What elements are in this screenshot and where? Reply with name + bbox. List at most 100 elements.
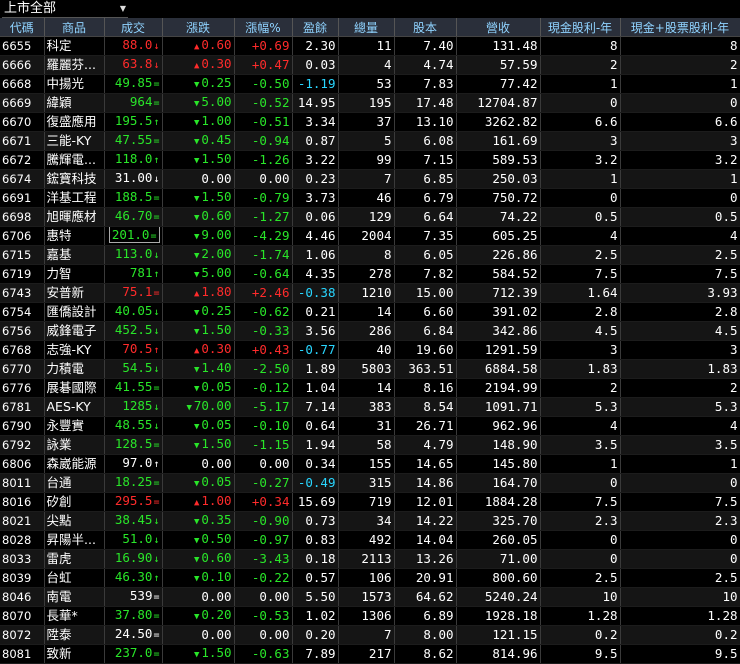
- stock-name-cell[interactable]: 森崴能源: [44, 454, 105, 474]
- table-row[interactable]: 6754 匯僑設計 40.05↓ ▼ 0.25 -0.62 0.21 14 6.60 391.02…: [0, 302, 740, 322]
- stock-name-cell[interactable]: 威鋒電子: [44, 321, 105, 341]
- column-header-change-pct[interactable]: 漲幅%: [234, 18, 293, 37]
- table-row[interactable]: 6781 AES-KY 1285↓ ▼ 70.00 -5.17 7.14 383 8.54 109…: [0, 397, 740, 417]
- table-row[interactable]: 6670 復盛應用 195.5↑ ▼ 1.00 -0.51 3.34 37 13.10 3262.…: [0, 112, 740, 132]
- volume-cell: 53: [338, 74, 395, 94]
- stock-name-cell[interactable]: 昇陽半...: [44, 530, 105, 550]
- eps-value: -0.38: [297, 285, 336, 300]
- table-row[interactable]: 6776 展碁國際 41.55= ▼ 0.05 -0.12 1.04 14 8.16 2194.9…: [0, 378, 740, 398]
- table-row[interactable]: 6668 中揚光 49.85= ▼ 0.25 -0.50 -1.19 53 7.83 77.42 1…: [0, 74, 740, 94]
- column-header-price[interactable]: 成交: [104, 18, 163, 37]
- last-price-cell: 70.5↑: [104, 340, 163, 360]
- stock-name-cell[interactable]: 緯穎: [44, 93, 105, 113]
- column-header-total-dividend[interactable]: 現金+股票股利-年: [620, 18, 740, 37]
- table-row[interactable]: 8028 昇陽半... 51.0↓ ▼ 0.50 -0.97 0.83 492 14.04 260…: [0, 530, 740, 550]
- stock-name-cell[interactable]: 雷虎: [44, 549, 105, 569]
- stock-name-cell[interactable]: 力智: [44, 264, 105, 284]
- column-header-capital[interactable]: 股本: [394, 18, 457, 37]
- table-row[interactable]: 6719 力智 781↑ ▼ 5.00 -0.64 4.35 278 7.82 584.52 7.5…: [0, 264, 740, 284]
- price-change-cell: ▲ 1.00: [162, 492, 235, 512]
- table-row[interactable]: 8016 矽創 295.5= ▲ 1.00 +0.34 15.69 719 12.01 1884.…: [0, 492, 740, 512]
- stock-name-cell[interactable]: 台虹: [44, 568, 105, 588]
- table-row[interactable]: 6806 森崴能源 97.0↑ 0.00 0.00 0.34 155 14.65 145.80 1…: [0, 454, 740, 474]
- column-header-cash-dividend[interactable]: 現金股利-年: [540, 18, 621, 37]
- table-row[interactable]: 8046 南電 539= 0.00 0.00 5.50 1573 64.62 5240.24 10…: [0, 587, 740, 607]
- triangle-down-icon: ▼: [193, 308, 200, 318]
- column-header-code[interactable]: 代碼: [0, 18, 45, 37]
- stock-name-cell[interactable]: 惠特: [44, 226, 105, 246]
- tick-direction-icon: =: [150, 231, 157, 242]
- last-price-cell: 49.85=: [104, 74, 163, 94]
- stock-name-cell[interactable]: 展碁國際: [44, 378, 105, 398]
- stock-name-cell[interactable]: 三能-KY: [44, 131, 105, 151]
- table-row[interactable]: 6792 詠業 128.5= ▼ 1.50 -1.15 1.94 58 4.79 148.90 3.…: [0, 435, 740, 455]
- stock-name-cell[interactable]: 科定: [44, 36, 105, 56]
- table-row[interactable]: 6655 科定 88.0↓ ▲ 0.60 +0.69 2.30 11 7.40 131.48 8 8: [0, 36, 740, 56]
- cash-dividend-value: 1.83: [587, 361, 618, 376]
- table-row[interactable]: 8039 台虹 46.30↑ ▼ 0.10 -0.22 0.57 106 20.91 800.60…: [0, 568, 740, 588]
- table-row[interactable]: 6770 力積電 54.5↓ ▼ 1.40 -2.50 1.89 5803 363.51 6884…: [0, 359, 740, 379]
- cash-dividend-cell: 2: [540, 55, 621, 75]
- tick-direction-icon: ↓: [153, 364, 160, 375]
- stock-name: 尖點: [46, 513, 72, 528]
- stock-name-cell[interactable]: 匯僑設計: [44, 302, 105, 322]
- stock-name-cell[interactable]: 羅麗芬...: [44, 55, 105, 75]
- table-row[interactable]: 8033 雷虎 16.90↓ ▼ 0.60 -3.43 0.18 2113 13.26 71.00…: [0, 549, 740, 569]
- table-row[interactable]: 6671 三能-KY 47.55= ▼ 0.45 -0.94 0.87 5 6.08 161.69…: [0, 131, 740, 151]
- table-row[interactable]: 6756 威鋒電子 452.5↓ ▼ 1.50 -0.33 3.56 286 6.84 342.8…: [0, 321, 740, 341]
- stock-code-cell: 6672: [0, 150, 45, 170]
- stock-name-cell[interactable]: 嘉基: [44, 245, 105, 265]
- stock-name-cell[interactable]: 安普新: [44, 283, 105, 303]
- stock-name-cell[interactable]: 詠業: [44, 435, 105, 455]
- table-row[interactable]: 8072 陞泰 24.50= 0.00 0.00 0.20 7 8.00 121.15 0.2 0.…: [0, 625, 740, 645]
- stock-name-cell[interactable]: 致新: [44, 644, 105, 664]
- table-row[interactable]: 6691 洋基工程 188.5= ▼ 1.50 -0.79 3.73 46 6.79 750.72…: [0, 188, 740, 208]
- table-row[interactable]: 6666 羅麗芬... 63.8↓ ▲ 0.30 +0.47 0.03 4 4.74 57.59 2…: [0, 55, 740, 75]
- stock-name-cell[interactable]: 鋐寶科技: [44, 169, 105, 189]
- stock-name-cell[interactable]: 志強-KY: [44, 340, 105, 360]
- table-row[interactable]: 6790 永豐實 48.55↓ ▼ 0.05 -0.10 0.64 31 26.71 962.96…: [0, 416, 740, 436]
- change-pct-value: -0.33: [251, 323, 290, 338]
- table-row[interactable]: 6669 緯穎 964= ▼ 5.00 -0.52 14.95 195 17.48 12704.8…: [0, 93, 740, 113]
- table-row[interactable]: 6698 旭暉應材 46.70= ▼ 0.60 -1.27 0.06 129 6.64 74.22…: [0, 207, 740, 227]
- stock-name-cell[interactable]: 復盛應用: [44, 112, 105, 132]
- table-row[interactable]: 6674 鋐寶科技 31.00↓ 0.00 0.00 0.23 7 6.85 250.03 1 1: [0, 169, 740, 189]
- column-header-revenue[interactable]: 營收: [456, 18, 541, 37]
- revenue-value: 325.70: [492, 513, 538, 528]
- stock-name-cell[interactable]: 尖點: [44, 511, 105, 531]
- table-row[interactable]: 8011 台通 18.25= ▼ 0.05 -0.27 -0.49 315 14.86 164.7…: [0, 473, 740, 493]
- column-header-volume[interactable]: 總量: [338, 18, 395, 37]
- stock-code: 6671: [2, 134, 32, 148]
- cash-dividend-value: 1.64: [587, 285, 618, 300]
- column-header-name[interactable]: 商品: [44, 18, 105, 37]
- table-row[interactable]: 6715 嘉基 113.0↓ ▼ 2.00 -1.74 1.06 8 6.05 226.86 2.5…: [0, 245, 740, 265]
- stock-name-cell[interactable]: 洋基工程: [44, 188, 105, 208]
- stock-name-cell[interactable]: 南電: [44, 587, 105, 607]
- table-row[interactable]: 6672 騰輝電... 118.0↑ ▼ 1.50 -1.26 3.22 99 7.15 589.…: [0, 150, 740, 170]
- stock-name-cell[interactable]: 騰輝電...: [44, 150, 105, 170]
- last-price-value: 964: [129, 94, 153, 109]
- revenue-cell: 1884.28: [456, 492, 541, 512]
- stock-name-cell[interactable]: 力積電: [44, 359, 105, 379]
- stock-name-cell[interactable]: 長華*: [44, 606, 105, 626]
- volume-value: 14: [376, 380, 392, 395]
- stock-name-cell[interactable]: AES-KY: [44, 397, 105, 417]
- last-price-value: 54.5: [122, 360, 153, 375]
- table-row[interactable]: 6743 安普新 75.1= ▲ 1.80 +2.46 -0.38 1210 15.00 712.…: [0, 283, 740, 303]
- stock-name-cell[interactable]: 台通: [44, 473, 105, 493]
- table-row[interactable]: 8070 長華* 37.80= ▼ 0.20 -0.53 1.02 1306 6.89 1928.…: [0, 606, 740, 626]
- stock-name-cell[interactable]: 旭暉應材: [44, 207, 105, 227]
- column-header-eps[interactable]: 盈餘: [292, 18, 339, 37]
- table-row[interactable]: 8021 尖點 38.45↓ ▼ 0.35 -0.90 0.73 34 14.22 325.70 2…: [0, 511, 740, 531]
- cash-dividend-value: 2.8: [594, 304, 618, 319]
- stock-name-cell[interactable]: 陞泰: [44, 625, 105, 645]
- table-row[interactable]: 6768 志強-KY 70.5↑ ▲ 0.30 +0.43 -0.77 40 19.60 1291…: [0, 340, 740, 360]
- table-row[interactable]: 8081 致新 237.0= ▼ 1.50 -0.63 7.89 217 8.62 814.96 9…: [0, 644, 740, 664]
- table-row[interactable]: 6706 惠特 201.0= ▼ 9.00 -4.29 4.46 2004 7.35 605.25…: [0, 226, 740, 246]
- stock-name-cell[interactable]: 永豐實: [44, 416, 105, 436]
- eps-cell: 0.34: [292, 454, 339, 474]
- market-selector-dropdown[interactable]: 上市全部 ▼: [2, 0, 128, 18]
- column-header-change[interactable]: 漲跌: [162, 18, 235, 37]
- stock-name-cell[interactable]: 中揚光: [44, 74, 105, 94]
- stock-name-cell[interactable]: 矽創: [44, 492, 105, 512]
